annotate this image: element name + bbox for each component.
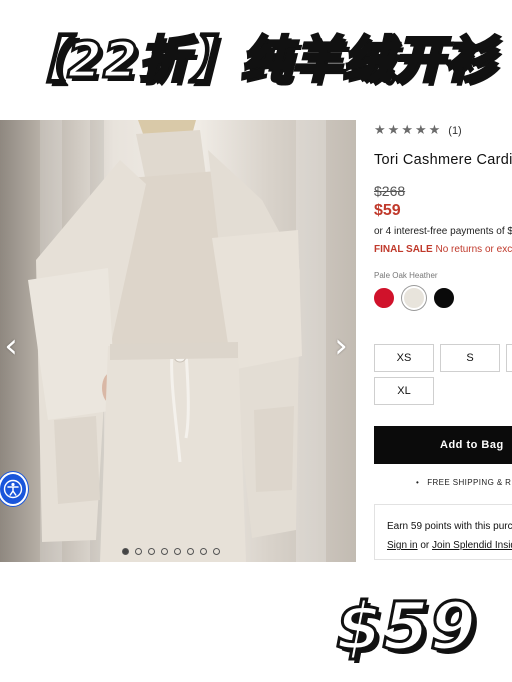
- product-title: Tori Cashmere Cardigan: [374, 152, 512, 168]
- points-links: Sign in or Join Splendid Insider: [387, 540, 512, 551]
- product-details-panel: ★ ★ ★ ★ ★ (1) Tori Cashmere Cardigan $26…: [374, 120, 512, 570]
- gallery-dot[interactable]: [122, 548, 129, 555]
- add-to-bag-button[interactable]: Add to Bag: [374, 426, 512, 464]
- size-option-m[interactable]: M: [506, 344, 512, 372]
- gallery-dot[interactable]: [174, 548, 181, 555]
- star-icon: ★: [428, 123, 441, 138]
- gallery-pagination-dots: [122, 548, 220, 555]
- size-option-s[interactable]: S: [440, 344, 500, 372]
- points-text: Earn 59 points with this purchase: [387, 521, 512, 532]
- product-image-gallery[interactable]: ‹ ›: [0, 120, 356, 562]
- gallery-dot[interactable]: [148, 548, 155, 555]
- sign-in-link[interactable]: Sign in: [387, 540, 418, 551]
- shipping-info: FREE SHIPPING & RETURNS: [416, 478, 512, 487]
- color-swatches: [374, 286, 454, 310]
- gallery-dot[interactable]: [187, 548, 194, 555]
- join-insider-link[interactable]: Join Splendid Insider: [432, 540, 512, 551]
- final-sale-notice: FINAL SALE No returns or exchanges: [374, 244, 512, 255]
- color-swatch-black[interactable]: [434, 288, 454, 308]
- sale-price: $59: [374, 202, 401, 219]
- selected-color-name: Pale Oak Heather: [374, 271, 438, 280]
- gallery-dot[interactable]: [213, 548, 220, 555]
- left-pocket: [54, 416, 100, 504]
- gallery-dot[interactable]: [135, 548, 142, 555]
- size-option-xl[interactable]: XL: [374, 377, 434, 405]
- final-sale-note: No returns or exchanges: [435, 244, 512, 255]
- or-text: or: [420, 540, 430, 551]
- accessibility-icon: [3, 479, 23, 499]
- star-icon: ★: [401, 123, 413, 138]
- star-icon: ★: [414, 123, 427, 138]
- final-sale-label: FINAL SALE: [374, 244, 433, 255]
- review-count[interactable]: (1): [448, 125, 461, 137]
- star-icon: ★: [387, 123, 400, 138]
- gallery-dot[interactable]: [200, 548, 207, 555]
- promo-banner: 【22折】纯羊绒开衫: [0, 0, 512, 112]
- installment-info: or 4 interest-free payments of $14.75: [374, 226, 512, 237]
- right-pocket: [254, 406, 294, 492]
- waistband: [110, 342, 238, 360]
- original-price: $268: [374, 183, 406, 199]
- rating[interactable]: ★ ★ ★ ★ ★ (1): [374, 124, 462, 137]
- color-swatch-red[interactable]: [374, 288, 394, 308]
- gallery-next-arrow[interactable]: ›: [330, 326, 352, 366]
- gallery-dot[interactable]: [161, 548, 168, 555]
- gallery-prev-arrow[interactable]: ‹: [0, 326, 22, 366]
- star-icon: ★: [374, 123, 386, 138]
- loyalty-points-box: Earn 59 points with this purchase Sign i…: [374, 504, 512, 560]
- banner-title: 【22折】纯羊绒开衫: [15, 30, 497, 91]
- product-photo: [28, 120, 302, 562]
- promo-price: $59: [335, 587, 478, 667]
- color-swatch-pale-oak-heather[interactable]: [402, 286, 426, 310]
- size-option-xs[interactable]: XS: [374, 344, 434, 372]
